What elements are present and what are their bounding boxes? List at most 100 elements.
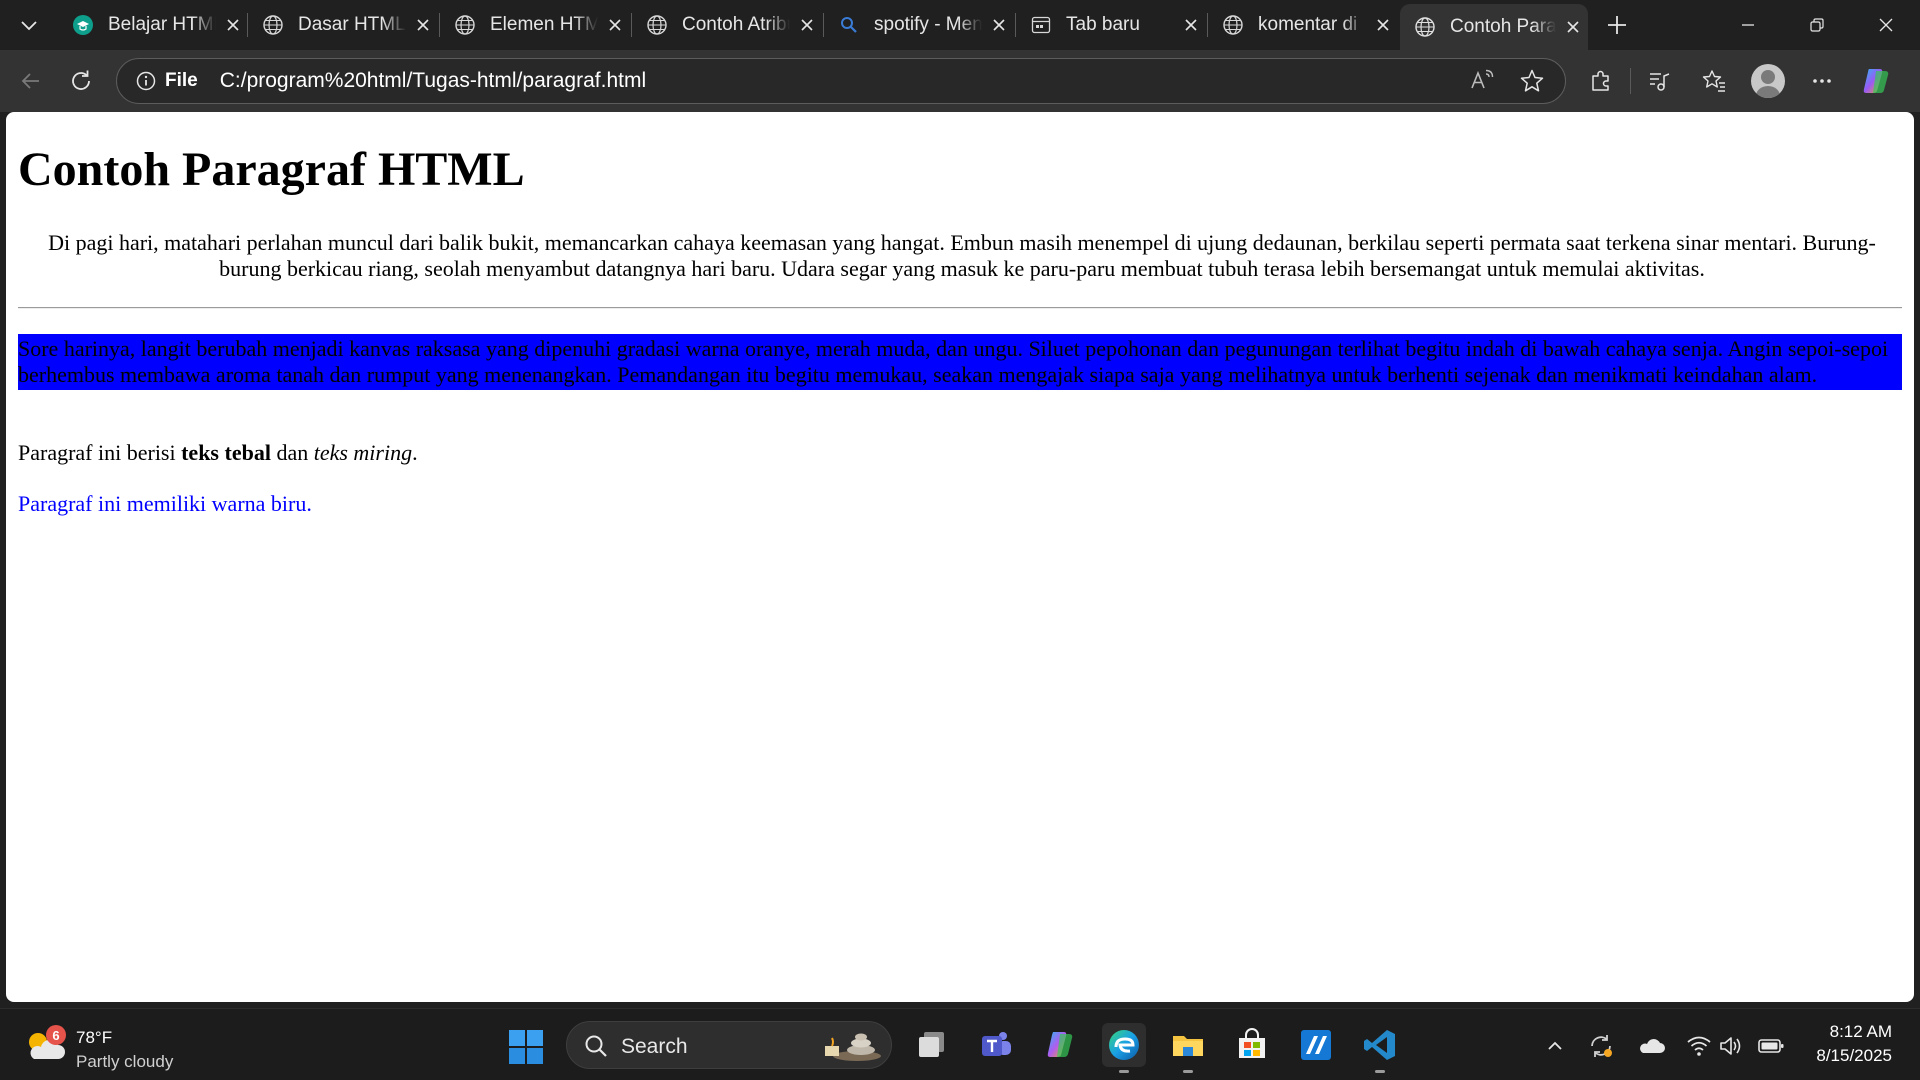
settings-more-button[interactable] [1795, 56, 1849, 106]
sync-icon [1591, 1035, 1612, 1057]
close-icon[interactable] [792, 10, 822, 40]
paragraph-formatting: Paragraf ini berisi teks tebal dan teks … [18, 440, 418, 466]
start-button[interactable] [506, 1027, 546, 1067]
globe-icon [1222, 14, 1244, 36]
read-aloud-icon[interactable] [1457, 58, 1507, 104]
speaker-icon [1720, 1037, 1741, 1055]
tab-contoh-atribut[interactable]: Contoh Atribut [632, 0, 824, 50]
volume-control[interactable] [1716, 1031, 1746, 1061]
tab-title: Contoh Paragraf [1450, 16, 1557, 37]
close-window-button[interactable] [1851, 0, 1920, 50]
store-button[interactable] [1230, 1023, 1274, 1067]
task-view-button[interactable] [910, 1023, 954, 1067]
paragraph-centered: Di pagi hari, matahari perlahan muncul d… [48, 230, 1876, 281]
info-icon[interactable] [123, 58, 169, 104]
text-plain: Paragraf ini berisi [18, 440, 182, 465]
network-status[interactable] [1684, 1031, 1714, 1061]
clock-time: 8:12 AM [1829, 1022, 1892, 1041]
close-icon[interactable] [1368, 10, 1398, 40]
system-clock[interactable]: 8:12 AM 8/15/2025 [1816, 1020, 1892, 1068]
favorite-star-icon[interactable] [1507, 58, 1557, 104]
url-text[interactable]: C:/program%20html/Tugas-html/paragraf.ht… [220, 69, 1457, 93]
extensions-button[interactable] [1574, 56, 1628, 106]
weather-description: Partly cloudy [76, 1052, 174, 1071]
tab-spotify-search[interactable]: spotify - Mencari [824, 0, 1016, 50]
close-icon[interactable] [1558, 12, 1588, 42]
file-explorer-button[interactable] [1166, 1023, 1210, 1073]
favorites-button[interactable] [1687, 56, 1741, 106]
window-controls [1713, 0, 1920, 50]
tab-belajar-html[interactable]: Belajar HTML [58, 0, 248, 50]
notification-badge: 6 [46, 1025, 66, 1045]
globe-icon [1414, 16, 1436, 38]
media-button[interactable] [1633, 56, 1687, 106]
close-icon [1879, 18, 1892, 32]
close-icon[interactable] [408, 10, 438, 40]
taskbar-search[interactable]: Search [566, 1021, 892, 1069]
close-icon[interactable] [600, 10, 630, 40]
refresh-button[interactable] [56, 56, 106, 106]
minimize-button[interactable] [1713, 0, 1782, 50]
favorites-list-icon [1702, 70, 1725, 92]
sync-status[interactable] [1586, 1031, 1616, 1061]
music-list-icon [1650, 73, 1670, 91]
tab-new-tab[interactable]: Tab baru [1016, 0, 1208, 50]
minimize-icon [1741, 24, 1754, 26]
close-icon[interactable] [1176, 10, 1206, 40]
tab-dasar-html[interactable]: Dasar HTML [248, 0, 440, 50]
address-bar[interactable]: File C:/program%20html/Tugas-html/paragr… [116, 58, 1566, 104]
profile-button[interactable] [1741, 56, 1795, 106]
tab-elemen-html[interactable]: Elemen HTML [440, 0, 632, 50]
vscode-button[interactable] [1358, 1023, 1402, 1073]
tab-title: Tab baru [1066, 14, 1140, 35]
copilot-icon [1863, 69, 1889, 93]
paragraph-blue-background: Sore harinya, langit berubah menjadi kan… [18, 334, 1902, 390]
toolbar-separator [1630, 68, 1631, 94]
search-highlight-icon [825, 1033, 881, 1061]
page-viewport: Contoh Paragraf HTML Di pagi hari, matah… [6, 112, 1914, 1002]
new-tab-button[interactable] [1592, 0, 1642, 50]
avatar [1751, 64, 1785, 98]
close-icon[interactable] [218, 10, 248, 40]
edge-icon [1109, 1030, 1139, 1060]
clock-date: 8/15/2025 [1816, 1046, 1892, 1065]
teams-button[interactable] [974, 1023, 1018, 1067]
edge-button[interactable] [1102, 1023, 1146, 1073]
vscode-icon [1364, 1030, 1395, 1060]
tab-actions-menu-button[interactable] [0, 0, 58, 50]
text-bold: teks tebal [181, 440, 271, 465]
tab-title: komentar di [1258, 14, 1358, 35]
text-plain: . [412, 440, 418, 465]
graduation-icon [72, 14, 94, 36]
file-explorer-icon [1173, 1036, 1203, 1056]
running-indicator [1375, 1070, 1385, 1073]
restore-button[interactable] [1782, 0, 1851, 50]
close-icon[interactable] [984, 10, 1014, 40]
app-button[interactable] [1294, 1023, 1338, 1067]
wifi-icon [1687, 1036, 1711, 1056]
running-indicator [1119, 1070, 1129, 1073]
page-title: Contoh Paragraf HTML [18, 143, 525, 196]
weather-widget[interactable]: 6 78°F Partly cloudy [24, 1019, 224, 1071]
tab-title: Dasar HTML [298, 14, 406, 35]
plus-icon [1608, 16, 1626, 34]
tab-title: Elemen HTML [490, 14, 598, 35]
cloud-icon [1640, 1039, 1665, 1053]
search-icon [585, 1035, 607, 1057]
tab-komentar[interactable]: komentar di [1208, 0, 1400, 50]
copilot-taskbar-button[interactable] [1038, 1023, 1082, 1067]
store-icon [1239, 1028, 1265, 1058]
back-button[interactable] [6, 56, 56, 106]
restore-icon [1809, 18, 1824, 32]
show-hidden-icons-button[interactable] [1540, 1031, 1570, 1061]
refresh-icon [72, 70, 90, 90]
weather-temperature: 78°F [76, 1028, 113, 1047]
onedrive-status[interactable] [1636, 1031, 1666, 1061]
tab-contoh-paragraf[interactable]: Contoh Paragraf [1400, 4, 1588, 50]
arrow-left-icon [21, 73, 39, 89]
search-label: Search [621, 1035, 688, 1058]
teams-icon [982, 1032, 1011, 1056]
battery-status[interactable] [1756, 1031, 1786, 1061]
copilot-button[interactable] [1849, 56, 1903, 106]
browser-toolbar: File C:/program%20html/Tugas-html/paragr… [0, 50, 1920, 112]
